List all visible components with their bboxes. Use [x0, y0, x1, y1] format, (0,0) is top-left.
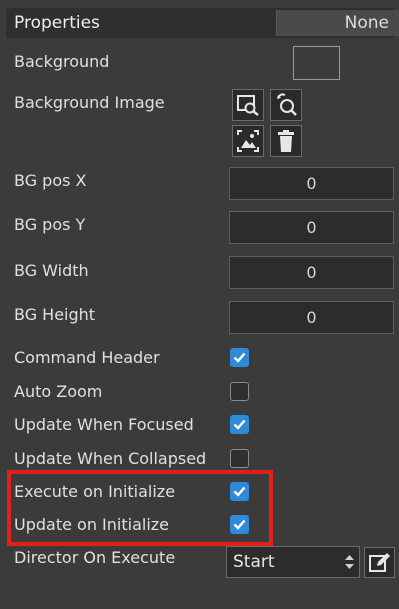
background-color-swatch[interactable] [293, 46, 340, 80]
checkmark-icon [233, 419, 246, 430]
mode-none-button[interactable]: None [276, 10, 399, 36]
properties-header: Properties None [6, 8, 399, 38]
bg-width-label: BG Width [14, 261, 89, 280]
edit-icon [369, 553, 390, 572]
highlight-annotation [7, 470, 273, 546]
auto-zoom-checkbox[interactable] [230, 382, 249, 401]
select-arrows-icon [345, 555, 354, 569]
bg-height-input[interactable]: 0 [229, 301, 394, 334]
edit-director-button[interactable] [364, 547, 395, 578]
director-on-execute-select[interactable]: Start ▲ [226, 546, 360, 578]
properties-panel: Properties None Background Background Im… [0, 0, 399, 609]
bg-pos-x-input[interactable]: 0 [229, 167, 394, 200]
update-when-focused-checkbox[interactable] [230, 415, 249, 434]
bg-pos-y-input[interactable]: 0 [229, 211, 394, 244]
bg-width-input[interactable]: 0 [229, 256, 394, 289]
checkmark-icon [233, 352, 246, 363]
background-label: Background [14, 52, 110, 71]
background-image-label: Background Image [14, 93, 165, 112]
preview-image-button[interactable] [232, 125, 264, 157]
properties-title: Properties [14, 13, 100, 33]
browse-image-button[interactable] [232, 89, 264, 121]
trash-icon [278, 130, 294, 152]
auto-zoom-label: Auto Zoom [14, 382, 103, 401]
bg-pos-x-label: BG pos X [14, 171, 87, 190]
update-when-collapsed-checkbox[interactable] [230, 449, 249, 468]
search-image-button[interactable] [270, 89, 302, 121]
delete-image-button[interactable] [270, 125, 302, 157]
search-image-icon [277, 93, 297, 116]
bg-height-label: BG Height [14, 305, 96, 324]
director-on-execute-label: Director On Execute [14, 548, 176, 567]
director-on-execute-value: Start [233, 552, 275, 572]
bg-pos-y-label: BG pos Y [14, 215, 86, 234]
browse-image-icon [237, 95, 259, 116]
command-header-label: Command Header [14, 348, 160, 367]
preview-image-icon [237, 130, 259, 152]
update-when-collapsed-label: Update When Collapsed [14, 449, 207, 468]
command-header-checkbox[interactable] [230, 348, 249, 367]
update-when-focused-label: Update When Focused [14, 415, 194, 434]
